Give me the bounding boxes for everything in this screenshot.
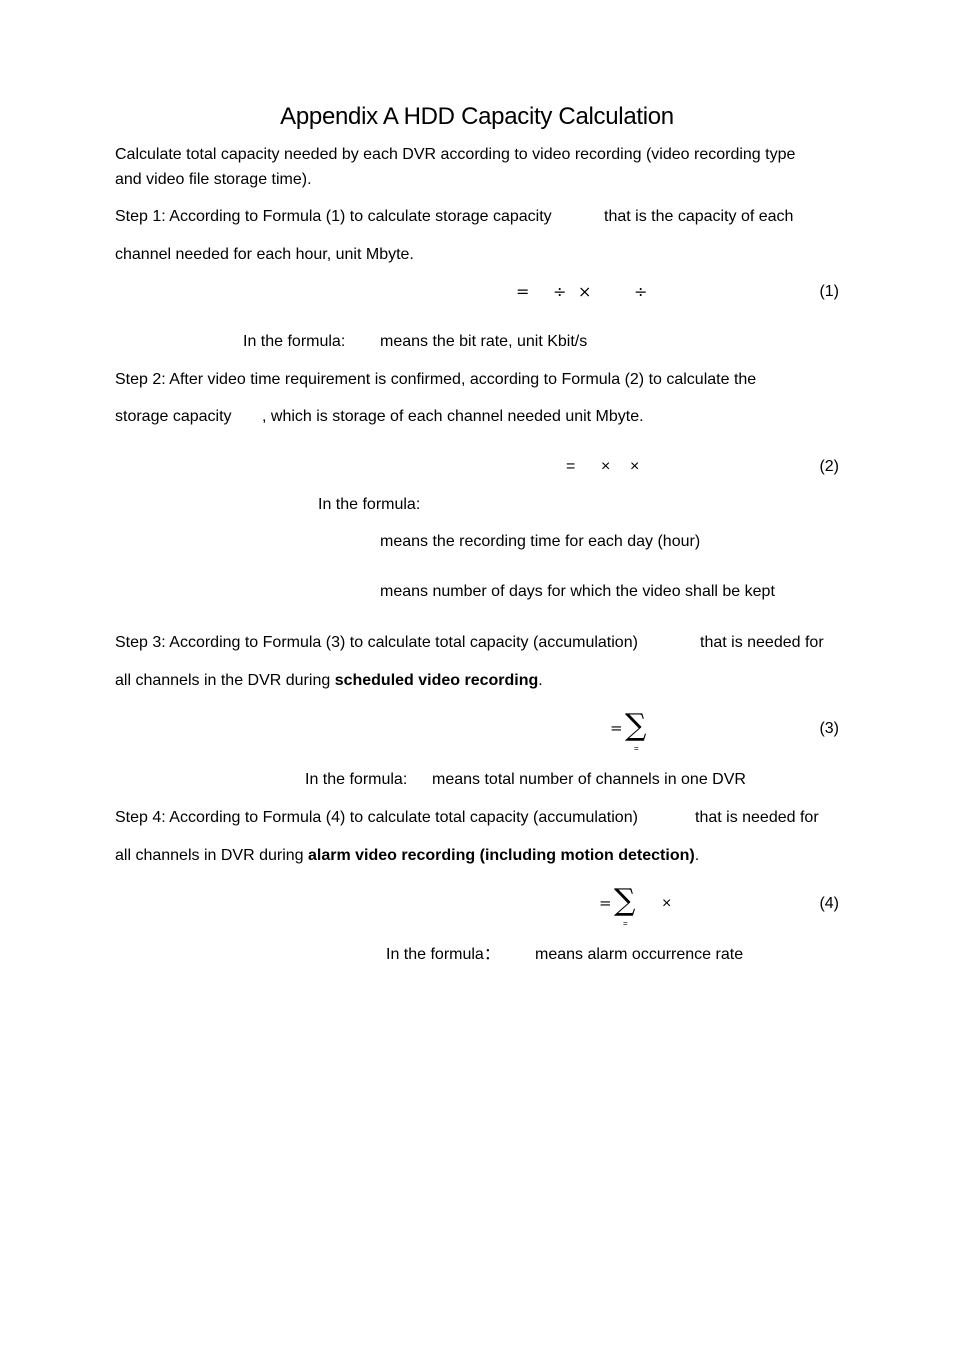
formula-1-equals: = [516,282,530,301]
formula-3-number: (3) [819,720,839,737]
formula-1-divide-1: ÷ [553,282,567,301]
step3-note-label: In the formula: [305,771,408,788]
step1-line-1a: Step 1: According to Formula (1) to calc… [115,208,552,225]
step3-line-1a: Step 3: According to Formula (3) to calc… [115,634,638,651]
intro-line-2: and video file storage time). [115,171,312,188]
step3-line-1b: that is needed for [700,634,824,651]
step1-note-label: In the formula: [243,333,346,350]
step3-note-text: means total number of channels in one DV… [432,771,746,788]
formula-2-number: (2) [819,458,839,475]
formula-2-multiply-1: × [601,458,611,475]
formula-4-equals: = [599,894,612,912]
step1-line-1b: that is the capacity of each [604,208,794,225]
step1-note-text: means the bit rate, unit Kbit/s [380,333,588,350]
step2-note-label: In the formula: [318,496,421,513]
step4-note-text: means alarm occurrence rate [535,946,744,963]
step2-line-2b: , which is storage of each channel neede… [262,408,644,425]
formula-4-sigma: ∑ [614,883,636,918]
step4-line-2-plain: all channels in DVR during [115,847,308,864]
step2-note-item-1: means the recording time for each day (h… [380,533,701,550]
step4-line-2-bold: alarm video recording (including motion … [308,847,695,864]
step4-note-label: In the formula： [386,946,500,963]
step2-note-item-2: means number of days for which the video… [380,583,775,600]
step3-line-2-end: . [538,672,543,689]
formula-1-multiply: × [578,282,592,301]
formula-3-sigma-sub: = [634,744,639,753]
intro-line-1: Calculate total capacity needed by each … [115,146,796,163]
formula-4-sigma-sub: = [623,919,628,928]
formula-2-multiply-2: × [630,458,640,475]
formula-1-divide-2: ÷ [634,282,648,301]
step3-line-2-plain: all channels in the DVR during [115,672,335,689]
step4-line-2-end: . [694,847,700,864]
step1-line-2: channel needed for each hour, unit Mbyte… [115,246,414,263]
formula-2-equals: = [566,458,576,475]
formula-4-number: (4) [819,895,839,912]
step2-line-1: Step 2: After video time requirement is … [115,371,757,388]
formula-3-equals: = [610,719,623,737]
page-title: Appendix A HDD Capacity Calculation [280,103,674,130]
step2-line-2a: storage capacity [115,408,232,425]
step4-line-1b: that is needed for [695,809,819,826]
step4-line-2: all channels in DVR during alarm video r… [115,846,699,866]
step3-line-2: all channels in the DVR during scheduled… [115,671,543,691]
formula-3-sigma: ∑ [625,708,647,743]
formula-4-multiply: × [662,895,672,912]
step3-line-2-bold: scheduled video recording [334,672,539,689]
step4-line-1a: Step 4: According to Formula (4) to calc… [115,809,638,826]
formula-1-number: (1) [819,283,839,300]
